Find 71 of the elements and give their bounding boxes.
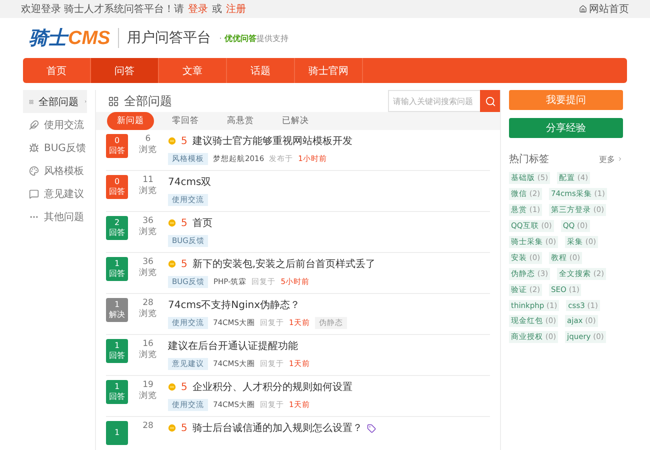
caret-icon bbox=[617, 156, 623, 162]
question-title[interactable]: 新下的安装包,安装之后前台首页样式丢了 bbox=[192, 257, 376, 271]
action-button[interactable]: 分享经验 bbox=[509, 118, 623, 138]
filter-tab[interactable]: 零回答 bbox=[162, 112, 209, 130]
action-button[interactable]: 我要提问 bbox=[509, 90, 623, 110]
view-count: 6 浏览 bbox=[138, 134, 158, 156]
reward-points: 5 bbox=[181, 136, 188, 146]
search-field[interactable]: 请输入关键词搜索问题 bbox=[388, 90, 480, 112]
view-count: 28 bbox=[142, 421, 154, 432]
question-title[interactable]: 建议骑士官方能够重视网站模板开发 bbox=[192, 134, 352, 148]
or-text: 或 bbox=[212, 2, 222, 16]
reward-points: 5 bbox=[181, 218, 188, 228]
sidebar-item[interactable]: 风格模板 bbox=[23, 159, 87, 182]
grid-icon bbox=[108, 96, 119, 106]
coin-icon bbox=[168, 137, 176, 145]
register-link[interactable]: 注册 bbox=[226, 2, 246, 16]
filter-tab[interactable]: 高悬赏 bbox=[217, 112, 264, 130]
view-count: 28 浏览 bbox=[138, 298, 158, 320]
filter-tab[interactable]: 已解决 bbox=[272, 112, 319, 130]
nav-tab[interactable]: 骑士官网 bbox=[295, 58, 363, 83]
section-title: 全部问题 bbox=[124, 92, 172, 110]
hot-tags-title: 热门标签 bbox=[509, 152, 549, 166]
category-icon bbox=[29, 188, 39, 198]
question-title[interactable]: 骑士后台诚信通的加入规则怎么设置？ bbox=[192, 421, 362, 435]
answer-count: 0 回答 bbox=[106, 134, 128, 158]
coin-icon bbox=[168, 424, 176, 432]
sponsor-text: · 优优问答提供支持 bbox=[219, 32, 288, 44]
search-icon bbox=[484, 96, 496, 106]
view-count: 36 浏览 bbox=[138, 216, 158, 238]
question-title[interactable]: 建议在后台开通认证提醒功能 bbox=[168, 339, 298, 353]
nav-tab[interactable]: 问答 bbox=[91, 58, 159, 83]
question-title[interactable]: 企业积分、人才积分的规则如何设置 bbox=[192, 380, 352, 394]
reward-points: 5 bbox=[181, 382, 188, 392]
platform-title: 用户问答平台 bbox=[127, 29, 212, 47]
sidebar-item[interactable]: 其他问题 bbox=[23, 205, 87, 228]
sidebar-item[interactable]: 全部问题 bbox=[23, 90, 87, 113]
category-icon bbox=[29, 142, 39, 152]
answer-count: 1 解决 bbox=[106, 298, 128, 322]
filter-tab[interactable]: 新问题 bbox=[107, 112, 154, 130]
answer-count: 2 回答 bbox=[106, 216, 128, 240]
coin-icon bbox=[168, 260, 176, 268]
answer-count: 1 回答 bbox=[106, 257, 128, 281]
sidebar-item[interactable]: 使用交流 bbox=[23, 113, 87, 136]
category-icon bbox=[29, 166, 39, 176]
answer-count: 1 回答 bbox=[106, 339, 128, 363]
sidebar-item[interactable]: 意见建议 bbox=[23, 182, 87, 205]
more-link[interactable]: 更多 bbox=[599, 154, 623, 164]
view-count: 11 浏览 bbox=[138, 175, 158, 197]
answer-count: 0 回答 bbox=[106, 175, 128, 199]
sidebar-item[interactable]: BUG反馈 bbox=[23, 136, 87, 159]
question-title[interactable]: 74cms不支持Nginx伪静态？ bbox=[168, 298, 300, 312]
home-link[interactable]: 网站首页 bbox=[579, 2, 629, 16]
question-title[interactable]: 首页 bbox=[192, 216, 212, 230]
view-count: 19 浏览 bbox=[138, 380, 158, 402]
question-title[interactable]: 74cms双 bbox=[168, 175, 212, 189]
login-link[interactable]: 登录 bbox=[188, 2, 208, 16]
reward-points: 5 bbox=[181, 258, 188, 270]
coin-icon bbox=[168, 383, 176, 391]
logo: 骑士CMS bbox=[29, 26, 110, 51]
answer-count: 1 回答 bbox=[106, 380, 128, 404]
search-button[interactable] bbox=[480, 90, 500, 112]
nav-tab[interactable]: 文章 bbox=[159, 58, 227, 83]
home-icon bbox=[579, 5, 587, 13]
view-count: 36 浏览 bbox=[138, 257, 158, 279]
nav-tab[interactable]: 话题 bbox=[227, 58, 295, 83]
coin-icon bbox=[168, 219, 176, 227]
welcome-text: 欢迎登录 骑士人才系统问答平台！请 bbox=[21, 2, 184, 16]
reward-points: 5 bbox=[181, 422, 188, 434]
view-count: 16 浏览 bbox=[138, 339, 158, 361]
category-icon bbox=[29, 120, 39, 130]
answer-count: 1 bbox=[106, 421, 128, 445]
